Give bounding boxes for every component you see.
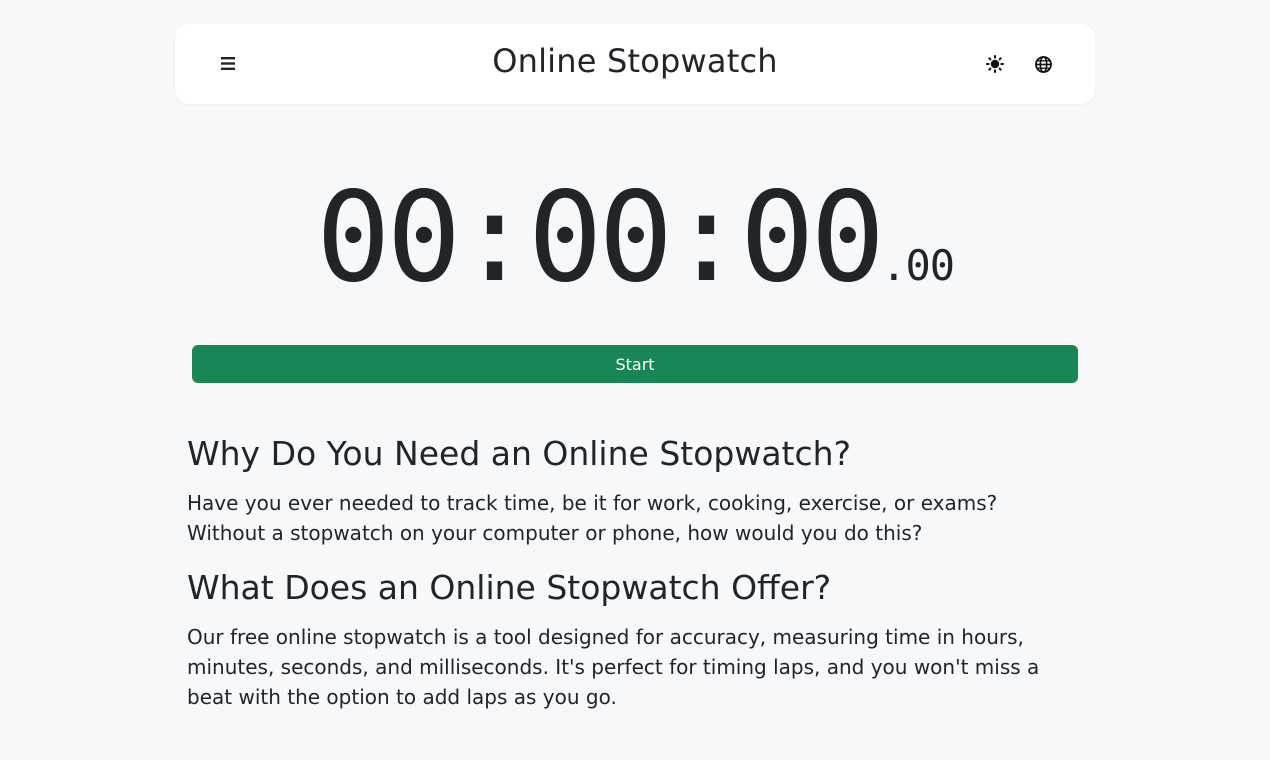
sun-theme-icon [986, 55, 1004, 73]
theme-toggle-button[interactable] [983, 52, 1007, 76]
section-heading: Why Do You Need an Online Stopwatch? [187, 434, 852, 473]
top-navbar: Online Stopwatch [175, 24, 1095, 104]
section-paragraph: Have you ever needed to track time, be i… [187, 491, 998, 545]
milliseconds-value: .00 [881, 241, 955, 290]
globe-icon [1034, 55, 1052, 73]
time-separator: : [669, 166, 744, 310]
menu-button[interactable] [215, 50, 241, 76]
seconds-value: 00 [739, 166, 885, 310]
stopwatch-display: 00:00:00.00 [0, 168, 1270, 308]
article-content: Why Do You Need an Online Stopwatch? Hav… [187, 430, 1077, 712]
start-button[interactable]: Start [192, 345, 1078, 383]
section-heading: What Does an Online Stopwatch Offer? [187, 568, 832, 607]
site-title: Online Stopwatch [492, 42, 778, 80]
hours-value: 00 [315, 166, 461, 310]
minutes-value: 00 [527, 166, 673, 310]
section-paragraph: Our free online stopwatch is a tool desi… [187, 625, 1040, 709]
language-button[interactable] [1031, 52, 1055, 76]
time-separator: : [457, 166, 532, 310]
hamburger-menu-icon [221, 56, 235, 70]
